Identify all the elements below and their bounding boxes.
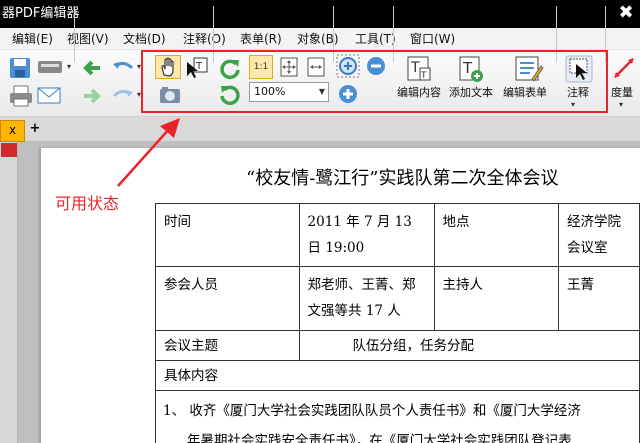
add-text-icon[interactable]: T — [455, 54, 485, 84]
annotation-label[interactable]: 注释 — [567, 86, 589, 100]
table-cell: 王菁 — [557, 266, 640, 331]
undo-icon[interactable] — [110, 56, 136, 80]
content-line: 1、 收齐《厦门大学社会实践团队队员个人责任书》和《厦门大学经济 — [163, 403, 581, 419]
table-row: 具体内容 — [155, 360, 640, 391]
rotate-clockwise-icon[interactable] — [218, 56, 242, 80]
toolbar-separator — [213, 6, 214, 62]
undo-dropdown-icon[interactable]: ▾ — [137, 62, 141, 71]
menu-document[interactable]: 文档(D) — [123, 31, 166, 47]
chevron-down-icon: ▼ — [318, 87, 325, 96]
close-window-button[interactable]: ✖ — [612, 0, 640, 28]
table-cell: 主持人 — [433, 266, 559, 331]
svg-text:T: T — [420, 71, 427, 81]
annotation-text: 可用状态 — [55, 194, 120, 213]
scan-dropdown-icon[interactable]: ▾ — [67, 62, 71, 71]
select-text-tool-icon[interactable]: T — [184, 56, 210, 80]
annotation-dropdown-icon[interactable]: ▾ — [571, 100, 575, 109]
table-cell: 队伍分组，任务分配 — [298, 330, 640, 361]
measure-label[interactable]: 度量 — [611, 86, 633, 100]
zoom-level-select[interactable]: 100% ▼ — [249, 82, 329, 102]
email-icon[interactable] — [36, 84, 62, 106]
zoom-in-tool-icon[interactable] — [336, 54, 362, 80]
save-icon[interactable] — [8, 56, 34, 80]
edit-content-icon[interactable]: TT — [404, 54, 434, 84]
content-line: 年暑期社会实践安全责任书》，在《厦门大学社会实践团队登记表 — [187, 433, 572, 443]
measure-dropdown-icon[interactable]: ▾ — [619, 100, 623, 109]
table-cell: 会议主题 — [155, 330, 300, 361]
redo-icon[interactable] — [110, 84, 136, 108]
fit-page-icon[interactable] — [278, 56, 300, 78]
menu-edit[interactable]: 编辑(E) — [12, 31, 53, 47]
document-title: “校友情-鹭江行”实践队第二次全体会议 — [246, 168, 559, 189]
table-cell: 经济学院会议室 — [557, 203, 640, 267]
edit-form-label[interactable]: 编辑表单 — [503, 86, 547, 100]
left-navigation-panel — [0, 142, 18, 443]
table-cell: 2011 年 7 月 13 日 19:00 — [298, 203, 435, 267]
pages-panel-icon[interactable] — [1, 143, 17, 157]
title-bar: 器PDF编辑器 ✖ — [0, 0, 640, 28]
measure-icon[interactable] — [612, 56, 636, 82]
menu-window[interactable]: 窗口(W) — [410, 31, 455, 47]
scan-icon[interactable] — [36, 56, 66, 78]
new-tab-button[interactable]: + — [28, 122, 42, 136]
table-row: 会议主题 队伍分组，任务分配 — [155, 330, 640, 361]
table-row: 时间 2011 年 7 月 13 日 19:00 地点 经济学院会议室 — [155, 203, 640, 267]
annotation-icon[interactable] — [564, 54, 594, 84]
actual-size-button[interactable]: 1:1 — [249, 55, 273, 79]
pdf-editor-window: 器PDF编辑器 ✖ 编辑(E) 视图(V) 文档(D) 注释(O) 表单(R) … — [0, 0, 640, 443]
window-title: 器PDF编辑器 — [2, 6, 80, 21]
table-cell: 具体内容 — [155, 360, 640, 391]
svg-text:T: T — [410, 60, 420, 76]
zoom-out-icon[interactable] — [364, 54, 388, 78]
arrow-forward-icon[interactable] — [80, 84, 104, 108]
toolbar-separator — [556, 6, 557, 62]
edit-content-label[interactable]: 编辑内容 — [397, 86, 441, 100]
zoom-level-value: 100% — [254, 85, 286, 98]
hand-icon — [161, 57, 174, 77]
close-tab-icon[interactable]: x — [9, 123, 16, 137]
toolbar-separator — [333, 6, 334, 62]
redo-dropdown-icon[interactable]: ▾ — [137, 90, 141, 99]
toolbar-separator — [605, 6, 606, 62]
document-tab-strip: x + — [0, 117, 640, 142]
add-text-label[interactable]: 添加文本 — [449, 86, 493, 100]
annotation-arrow-icon — [117, 118, 180, 187]
table-cell: 郑老师、王菁、郑文强等共 17 人 — [298, 266, 435, 331]
print-icon[interactable] — [8, 84, 34, 108]
cell-text: 郑老师、王菁、郑文强等共 17 人 — [307, 277, 416, 319]
cell-text: 经济学院会议室 — [566, 214, 621, 256]
menu-tools[interactable]: 工具(T) — [355, 31, 396, 47]
fit-width-icon[interactable] — [305, 56, 327, 78]
toolbar-separator — [74, 6, 75, 62]
arrow-back-icon[interactable] — [80, 56, 104, 80]
snapshot-icon[interactable] — [158, 84, 182, 106]
edit-form-icon[interactable] — [512, 54, 544, 84]
document-tab[interactable]: x — [0, 120, 25, 142]
table-cell: 参会人员 — [155, 266, 300, 331]
table-cell: 地点 — [433, 203, 559, 267]
menu-annotation[interactable]: 注释(O) — [183, 31, 226, 47]
toolbar-separator — [393, 6, 394, 62]
rotate-counterclockwise-icon[interactable] — [218, 82, 242, 106]
cell-text: 2011 年 7 月 13 日 19:00 — [307, 214, 412, 256]
zoom-in-icon[interactable] — [336, 82, 360, 106]
table-cell: 时间 — [155, 203, 300, 267]
menu-form[interactable]: 表单(R) — [240, 31, 282, 47]
menu-bar: 编辑(E) 视图(V) 文档(D) 注释(O) 表单(R) 对象(B) 工具(T… — [0, 28, 640, 50]
table-row: 参会人员 郑老师、王菁、郑文强等共 17 人 主持人 王菁 — [155, 266, 640, 331]
